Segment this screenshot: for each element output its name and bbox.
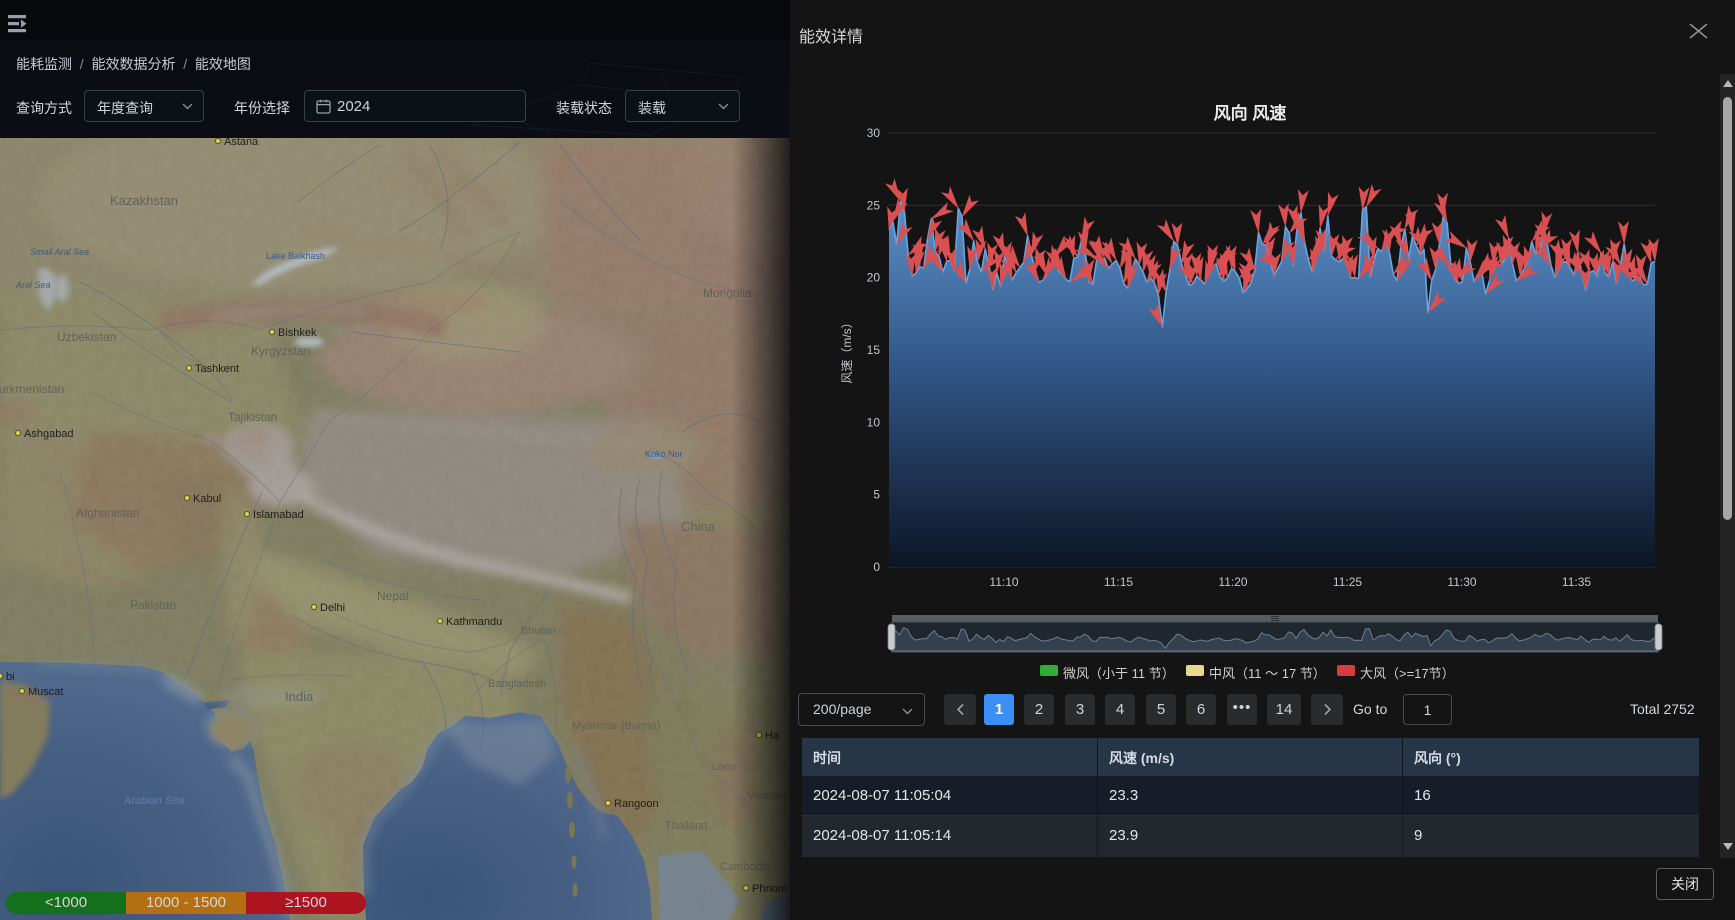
svg-text:0: 0 (873, 560, 880, 574)
svg-text:11:15: 11:15 (1104, 575, 1133, 589)
svg-text:Afghanistan: Afghanistan (76, 506, 139, 520)
svg-text:风速（m/s）: 风速（m/s） (840, 316, 854, 383)
svg-text:Kabul: Kabul (193, 493, 221, 505)
svg-text:11:10: 11:10 (989, 575, 1018, 589)
svg-text:Aral Sea: Aral Sea (15, 280, 51, 290)
svg-text:11:25: 11:25 (1333, 575, 1362, 589)
svg-text:15: 15 (867, 343, 881, 357)
svg-text:Pakistan: Pakistan (130, 598, 176, 612)
svg-text:Myanmar (Burma): Myanmar (Burma) (572, 720, 661, 732)
svg-text:Turkmenistan: Turkmenistan (0, 382, 64, 396)
svg-text:11:20: 11:20 (1218, 575, 1247, 589)
svg-text:Islamabad: Islamabad (253, 509, 304, 521)
svg-text:Muscat: Muscat (28, 686, 63, 698)
svg-text:Small Aral Sea: Small Aral Sea (30, 247, 89, 257)
svg-text:Kathmandu: Kathmandu (446, 616, 502, 628)
svg-text:bi: bi (6, 671, 15, 683)
svg-text:25: 25 (867, 198, 881, 212)
svg-text:Uzbekistan: Uzbekistan (57, 330, 116, 344)
svg-text:20: 20 (867, 271, 881, 285)
svg-text:Kyrgyzstan: Kyrgyzstan (251, 344, 310, 358)
svg-text:Delhi: Delhi (320, 602, 345, 614)
svg-text:Bhutan: Bhutan (521, 625, 556, 637)
svg-text:Astana: Astana (224, 138, 259, 148)
svg-text:Thailand: Thailand (665, 820, 707, 832)
svg-text:India: India (285, 689, 314, 704)
svg-text:Nepal: Nepal (377, 589, 408, 603)
svg-text:11:35: 11:35 (1562, 575, 1591, 589)
svg-text:Lake Balkhash: Lake Balkhash (266, 251, 325, 261)
svg-text:Arabian Sea: Arabian Sea (123, 795, 185, 807)
svg-text:Rangoon: Rangoon (614, 798, 659, 810)
svg-text:5: 5 (873, 488, 880, 502)
svg-text:Tajikistan: Tajikistan (228, 410, 277, 424)
svg-text:Kazakhstan: Kazakhstan (110, 193, 178, 208)
svg-text:Ashgabad: Ashgabad (24, 428, 74, 440)
svg-text:10: 10 (867, 415, 881, 429)
svg-text:China: China (681, 519, 716, 534)
svg-text:Bangladesh: Bangladesh (488, 678, 546, 690)
svg-text:Bishkek: Bishkek (278, 327, 317, 339)
svg-text:Tashkent: Tashkent (195, 363, 239, 375)
svg-text:11:30: 11:30 (1447, 575, 1476, 589)
svg-text:Koko Nor: Koko Nor (645, 449, 683, 459)
svg-text:30: 30 (867, 126, 881, 140)
